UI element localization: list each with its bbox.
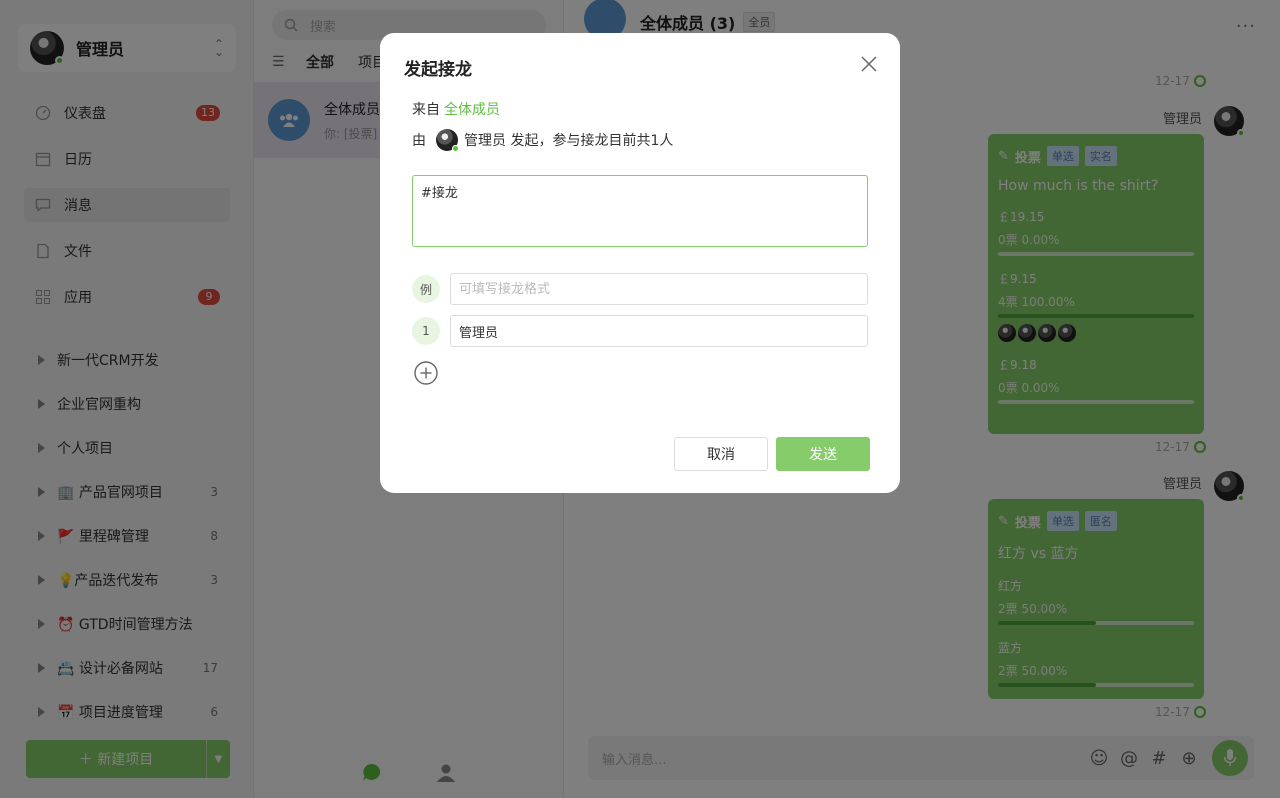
avatar (436, 129, 459, 152)
from-row: 来自 全体成员 (412, 99, 500, 119)
dialog-title: 发起接龙 (404, 60, 472, 80)
entry-input[interactable] (450, 315, 868, 347)
entry-row: 1 (412, 315, 868, 347)
solitaire-topic-textarea[interactable]: #接龙 (412, 175, 868, 247)
send-button[interactable]: 发送 (776, 437, 870, 471)
cancel-button[interactable]: 取消 (674, 437, 768, 471)
participants-summary: 发起，参与接龙目前共1人 (510, 133, 674, 149)
initiator-row: 由 管理员 发起，参与接龙目前共1人 (412, 129, 674, 152)
by-prefix: 由 (412, 133, 426, 149)
entry-index: 1 (412, 317, 440, 345)
example-marker: 例 (412, 275, 440, 303)
initiator-name: 管理员 (464, 133, 506, 149)
close-icon[interactable] (858, 53, 880, 75)
format-example-input[interactable] (450, 273, 868, 305)
example-row: 例 (412, 273, 868, 305)
solitaire-dialog: 发起接龙 来自全体成员 由 管理员 发起，参与接龙目前共1人 #接龙 例 1 取… (380, 33, 900, 493)
from-label: 来自 (412, 102, 440, 118)
add-entry-icon[interactable] (413, 360, 439, 386)
from-group-link[interactable]: 全体成员 (444, 102, 500, 118)
